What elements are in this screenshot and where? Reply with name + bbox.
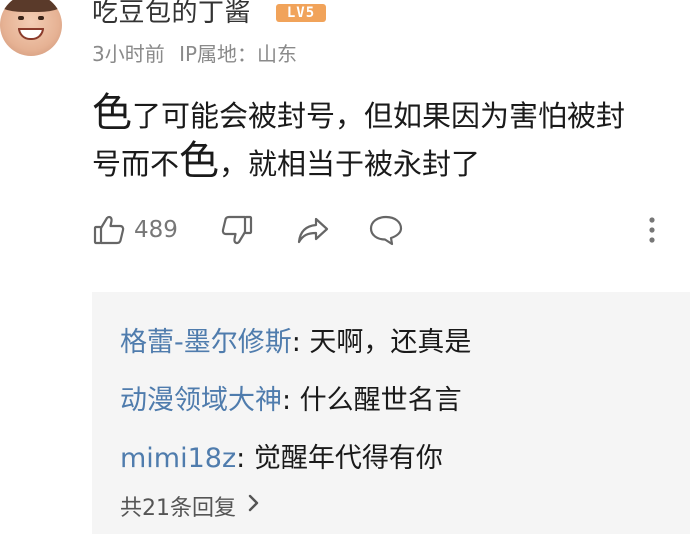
like-button[interactable]: 489 <box>92 208 178 252</box>
comment-emphasis-2: 色 <box>179 138 220 184</box>
comment-text: 色了可能会被封号，但如果因为害怕被封 号而不色，就相当于被永封了 <box>92 92 682 188</box>
avatar-eye-right <box>38 16 44 20</box>
action-bar: 489 <box>92 208 682 252</box>
view-all-replies-link[interactable]: 共21条回复 <box>120 490 260 522</box>
time-ago: 3小时前 <box>92 42 165 66</box>
reply-item[interactable]: 动漫领域大神: 什么醒世名言 <box>120 378 462 417</box>
avatar-mouth <box>18 28 44 40</box>
reply-author[interactable]: mimi18z <box>120 443 236 474</box>
comment-line-1: 了可能会被封号，但如果因为害怕被封 <box>132 99 626 133</box>
more-options-button[interactable] <box>644 208 660 252</box>
chevron-right-icon <box>236 493 260 519</box>
share-button[interactable] <box>296 208 330 252</box>
reply-author[interactable]: 动漫领域大神 <box>120 385 282 416</box>
more-vertical-icon <box>644 213 660 247</box>
reply-text: : 觉醒年代得有你 <box>236 443 443 474</box>
replies-panel: 格蕾-墨尔修斯: 天啊，还真是 动漫领域大神: 什么醒世名言 mimi18z: … <box>92 292 690 534</box>
dislike-button[interactable] <box>220 208 254 252</box>
avatar-hair <box>0 0 62 12</box>
share-icon <box>296 213 330 247</box>
comment-line-2-start: 号而不 <box>92 147 180 181</box>
view-all-replies-label: 共21条回复 <box>120 496 236 521</box>
reply-text: : 天啊，还真是 <box>291 327 472 358</box>
comment-line-2-rest: ，就相当于被永封了 <box>219 147 481 181</box>
avatar[interactable] <box>0 0 62 56</box>
reply-item[interactable]: 格蕾-墨尔修斯: 天啊，还真是 <box>120 320 471 359</box>
comment-emphasis-1: 色 <box>92 90 132 136</box>
comment-card: 吃豆包的丁酱 LV5 3小时前 IP属地：山东 色了可能会被封号，但如果因为害怕… <box>0 0 690 534</box>
like-count: 489 <box>134 217 178 243</box>
thumbs-up-icon <box>92 213 126 247</box>
comment-meta: 3小时前 IP属地：山东 <box>92 38 305 67</box>
reply-text: : 什么醒世名言 <box>282 385 462 416</box>
reply-button[interactable] <box>368 208 404 252</box>
level-badge: LV5 <box>276 4 326 22</box>
username[interactable]: 吃豆包的丁酱 <box>92 0 251 29</box>
reply-icon <box>368 213 404 247</box>
reply-author[interactable]: 格蕾-墨尔修斯 <box>120 327 292 358</box>
reply-item[interactable]: mimi18z: 觉醒年代得有你 <box>120 436 443 475</box>
thumbs-down-icon <box>220 213 254 247</box>
avatar-eye-left <box>18 16 24 20</box>
ip-location: IP属地：山东 <box>179 42 298 66</box>
